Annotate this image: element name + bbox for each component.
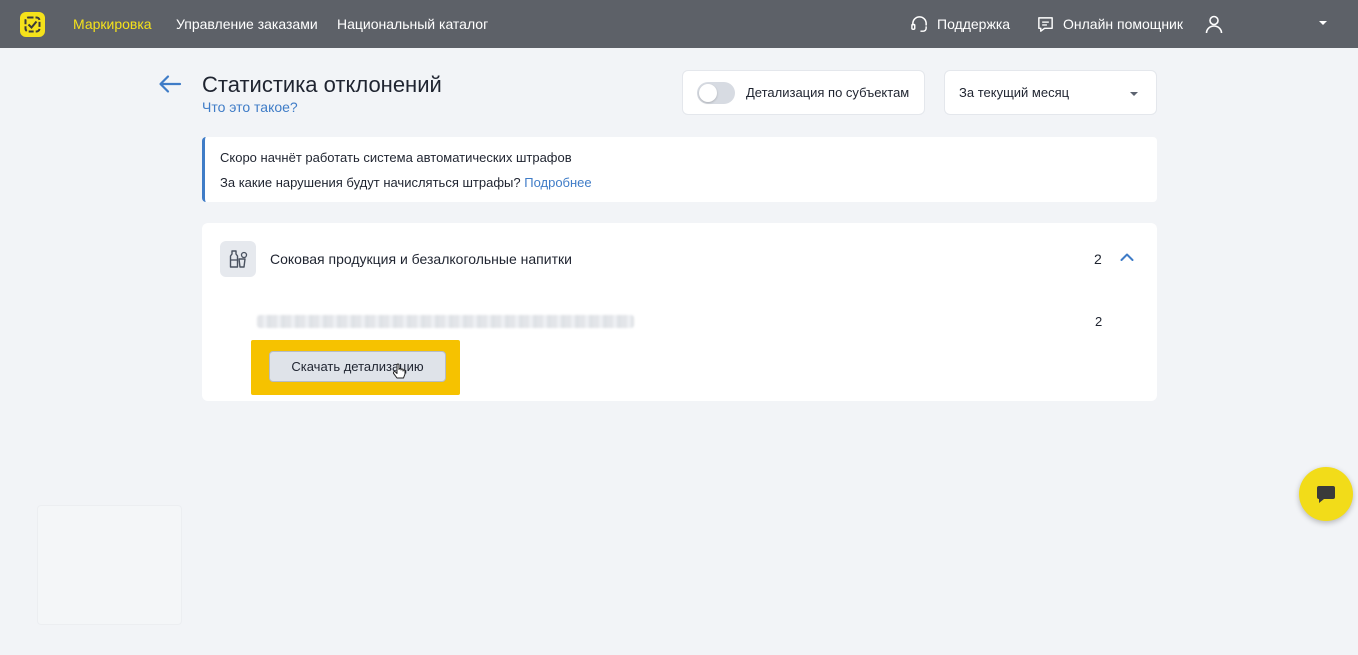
category-count: 2 [1094,251,1102,267]
background-panel [37,505,182,625]
support-link[interactable]: Поддержка [910,14,1010,34]
user-icon[interactable] [1204,14,1224,34]
toggle-label: Детализация по субъектам [746,85,910,100]
redacted-subject-name [257,315,634,328]
category-card: Соковая продукция и безалкогольные напит… [202,223,1157,401]
more-details-link[interactable]: Подробнее [524,175,591,190]
notice-text: За какие нарушения будут начисляться штр… [220,175,592,190]
nav-item-marking[interactable]: Маркировка [73,16,152,32]
chat-bubble-icon [1038,16,1053,32]
subjects-detail-toggle[interactable]: Детализация по субъектам [682,70,925,115]
online-assistant-link[interactable]: Онлайн помощник [1036,14,1183,34]
top-navigation-bar: Маркировка Управление заказами Националь… [0,0,1358,48]
download-details-button[interactable]: Скачать детализацию [269,351,446,382]
fines-notice: Скоро начнёт работать система автоматиче… [202,137,1157,202]
toggle-knob [699,83,717,102]
period-select-value: За текущий месяц [959,85,1070,100]
what-is-this-link[interactable]: Что это такое? [202,99,298,115]
toggle-switch[interactable] [697,81,735,104]
back-arrow-icon[interactable] [158,74,182,94]
page-title: Статистика отклонений [202,72,442,97]
nav-item-national-catalog[interactable]: Национальный каталог [337,16,488,32]
period-select[interactable]: За текущий месяц [944,70,1157,115]
notice-question: За какие нарушения будут начисляться штр… [220,175,521,190]
brand-logo-icon[interactable] [20,12,45,37]
subject-row-count: 2 [1095,314,1103,329]
hand-cursor-icon [393,363,406,379]
chevron-down-icon [1130,92,1138,96]
support-label: Поддержка [937,16,1011,32]
chevron-up-icon[interactable] [1120,252,1134,262]
headset-icon [911,15,927,32]
category-title[interactable]: Соковая продукция и безалкогольные напит… [270,251,572,267]
chat-widget-button[interactable] [1299,467,1353,521]
notice-title: Скоро начнёт работать система автоматиче… [220,150,572,165]
online-assistant-label: Онлайн помощник [1063,16,1183,32]
beverage-bottle-icon [220,241,256,277]
chat-icon [1317,486,1335,503]
user-menu-caret-icon[interactable] [1319,21,1327,25]
nav-item-order-management[interactable]: Управление заказами [176,16,318,32]
